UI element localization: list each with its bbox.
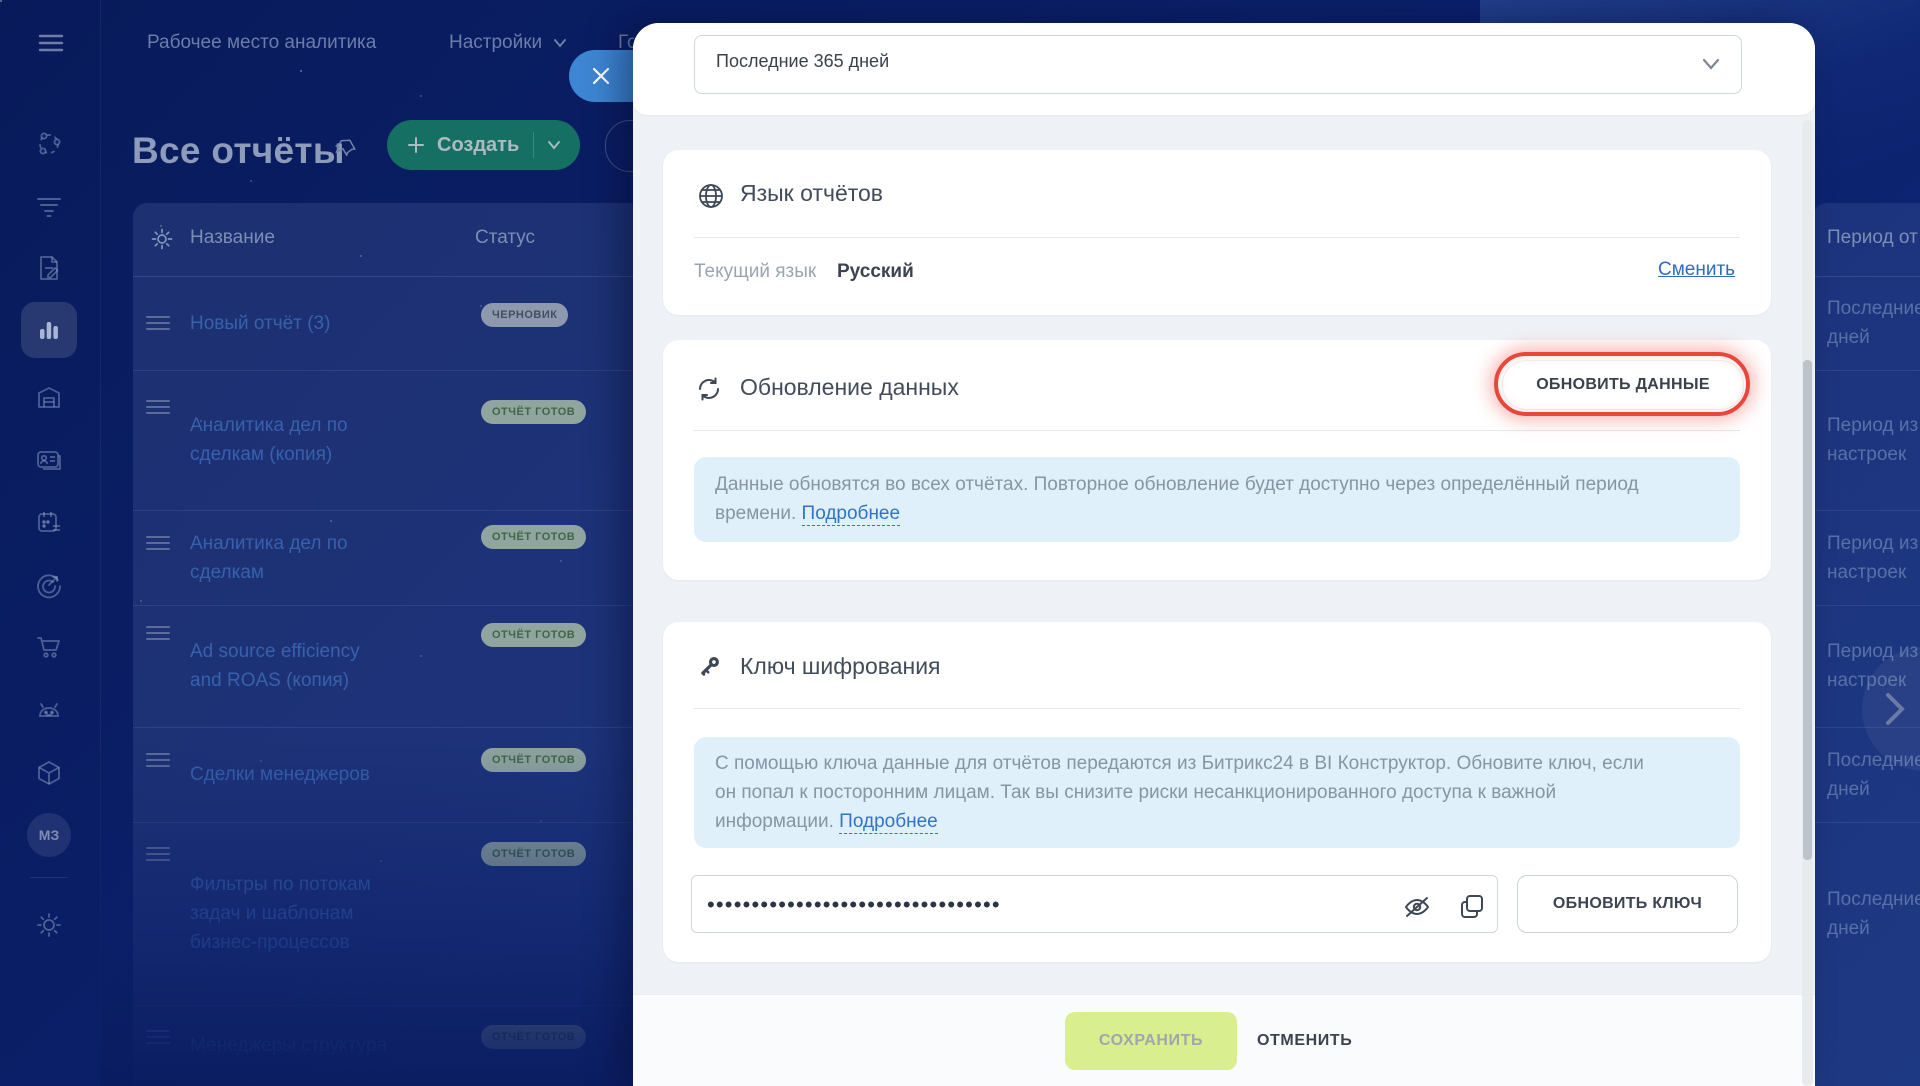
strip-header: Период от [1813,203,1920,277]
chevron-down-icon [554,39,567,48]
table-row[interactable]: Сделки менеджеров ОТЧЁТ ГОТОВ [133,727,640,823]
column-header-name[interactable]: Название [190,227,275,249]
period-cell: Последние дней [1813,276,1920,371]
language-section-title: Язык отчётов [740,180,884,206]
close-icon [592,67,610,85]
menu-item-analyst-workplace[interactable]: Рабочее место аналитика [147,30,376,56]
menu-item-settings[interactable]: Настройки [449,30,567,56]
default-period-select[interactable]: Последние 365 дней [694,35,1742,94]
refresh-icon [695,375,723,403]
key-info-box: С помощью ключа данные для отчётов перед… [694,737,1740,848]
drag-handle-icon[interactable] [145,752,171,768]
table-settings-gear-icon[interactable] [150,227,174,251]
change-language-link[interactable]: Сменить [1658,259,1735,281]
status-badge: ОТЧЁТ ГОТОВ [481,400,587,424]
report-language-card [663,150,1771,315]
chevron-down-icon [1702,58,1720,70]
status-badge: ОТЧЁТ ГОТОВ [481,623,587,647]
period-select-value: Последние 365 дней [716,51,890,71]
drag-handle-icon[interactable] [145,846,171,862]
table-row[interactable]: Аналитика дел по сделкам ОТЧЁТ ГОТОВ [133,510,640,606]
key-section-title: Ключ шифрования [740,653,941,679]
table-row[interactable]: Менеджеры структура ОТЧЁТ ГОТОВ [133,1005,640,1086]
report-name-link[interactable]: Сделки менеджеров [190,727,395,822]
report-name-link[interactable]: Новый отчёт (3) [190,276,395,370]
key-icon [695,653,723,681]
globe-icon [697,182,725,210]
period-column-strip: Период от Последние дней Период из настр… [1813,203,1920,1086]
status-badge: ОТЧЁТ ГОТОВ [481,1025,587,1049]
chevron-down-icon [548,141,561,150]
create-button-label: Создать [437,133,520,156]
column-header-status[interactable]: Статус [475,227,535,249]
button-divider [533,132,535,158]
current-language-value: Русский [837,261,914,282]
avatar-initials: МЗ [38,827,60,843]
drag-handle-icon[interactable] [145,535,171,551]
report-name-link[interactable]: Аналитика дел по сделкам (копия) [190,370,395,510]
report-name-link[interactable]: Менеджеры структура [190,1005,395,1086]
show-key-eye-off-icon[interactable] [1403,895,1431,919]
plus-icon [408,137,424,153]
status-badge: ЧЕРНОВИК [481,303,569,327]
status-badge: ОТЧЁТ ГОТОВ [481,842,587,866]
divider [694,237,1740,238]
drag-handle-icon[interactable] [145,399,171,415]
key-more-link[interactable]: Подробнее [839,811,938,834]
report-name-link[interactable]: Аналитика дел по сделкам [190,510,395,605]
period-cell: Последние дней [1827,888,1920,939]
table-row[interactable]: Фильтры по потокам задач и шаблонам бизн… [133,822,640,1006]
user-avatar[interactable]: МЗ [27,813,71,857]
create-report-button[interactable]: Создать [387,120,580,170]
drag-handle-icon[interactable] [145,625,171,641]
report-name-link[interactable]: Фильтры по потокам задач и шаблонам бизн… [190,822,395,1005]
reports-table: Название Статус Новый отчёт (3) ЧЕРНОВИК… [133,203,640,1086]
divider [694,430,1740,431]
column-header-period[interactable]: Период от [1827,227,1918,249]
table-row[interactable]: Ad source efficiency and ROAS (копия) ОТ… [133,605,640,728]
drag-handle-icon[interactable] [145,1029,171,1045]
save-button[interactable]: СОХРАНИТЬ [1065,1012,1237,1070]
refresh-section-title: Обновление данных [740,374,959,400]
page-title: Все отчёты [132,130,345,171]
sidebar [0,0,101,1086]
refresh-info-box: Данные обновятся во всех отчётах. Повтор… [694,457,1740,542]
refresh-key-button[interactable]: ОБНОВИТЬ КЛЮЧ [1517,875,1738,933]
copy-key-icon[interactable] [1458,893,1486,920]
divider [694,708,1740,709]
table-row[interactable]: Новый отчёт (3) ЧЕРНОВИК [133,276,640,371]
current-language-label: Текущий язык [694,261,817,282]
sidebar-active-tile [21,302,77,358]
hamburger-menu-icon[interactable] [37,29,65,57]
cancel-button[interactable]: ОТМЕНИТЬ [1257,1012,1352,1070]
period-cell: Период из настроек [1813,370,1920,511]
table-row[interactable]: Аналитика дел по сделкам (копия) ОТЧЁТ Г… [133,370,640,511]
status-badge: ОТЧЁТ ГОТОВ [481,748,587,772]
refresh-data-button[interactable]: ОБНОВИТЬ ДАННЫЕ [1502,360,1744,410]
sidebar-divider [30,877,68,878]
table-header-row: Название Статус [133,203,640,277]
scrollbar-thumb[interactable] [1803,360,1812,860]
refresh-more-link[interactable]: Подробнее [801,503,901,526]
encryption-key-field[interactable]: ••••••••••••••••••••••••••••••••• [691,875,1498,933]
close-slider-button[interactable] [569,50,639,102]
report-name-link[interactable]: Ad source efficiency and ROAS (копия) [190,605,395,727]
masked-key-value: ••••••••••••••••••••••••••••••••• [707,892,1001,917]
period-cell: Период из настроек [1813,510,1920,606]
drag-handle-icon[interactable] [145,315,171,331]
chevron-right-icon [1886,693,1905,725]
status-badge: ОТЧЁТ ГОТОВ [481,525,587,549]
